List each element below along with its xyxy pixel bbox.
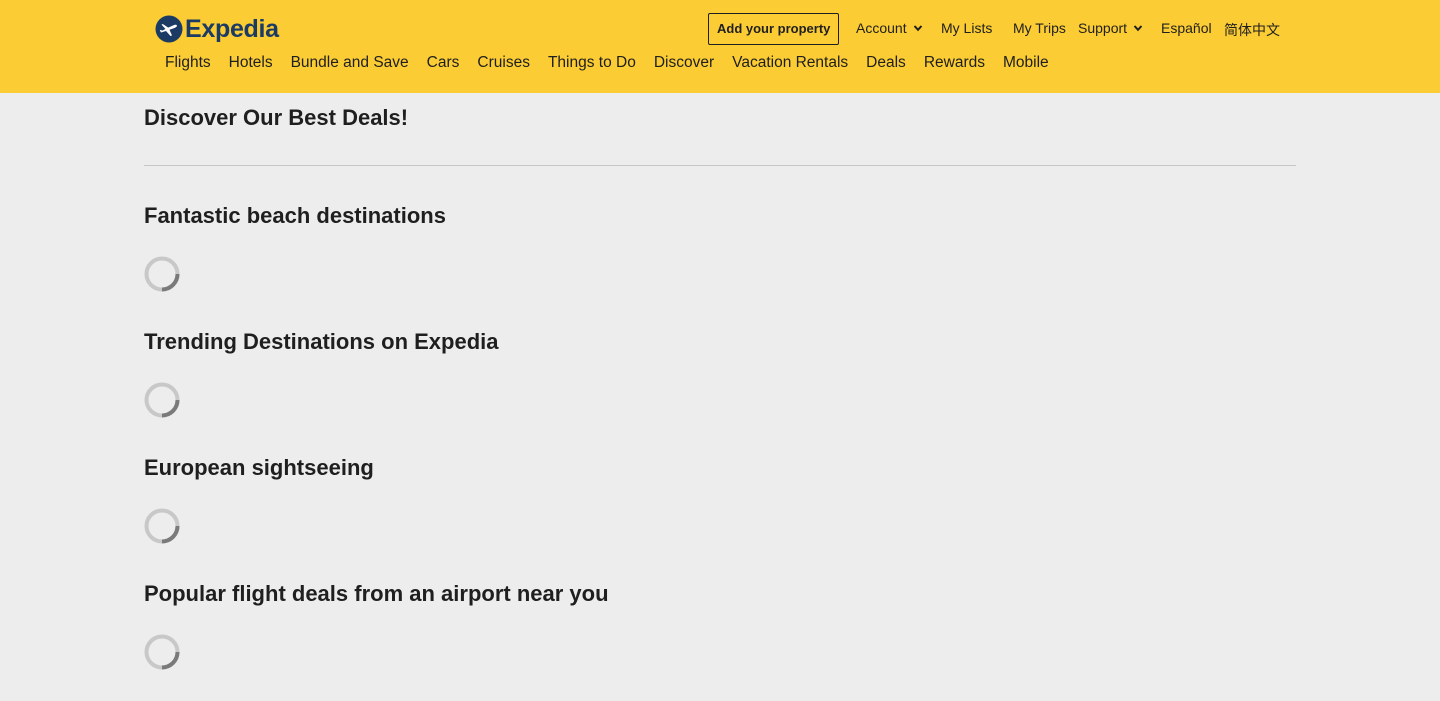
loading-spinner-icon bbox=[144, 256, 180, 292]
nav-item-vacation-rentals[interactable]: Vacation Rentals bbox=[732, 54, 848, 72]
nav-item-flights[interactable]: Flights bbox=[165, 54, 211, 72]
loading-spinner-icon bbox=[144, 508, 180, 544]
nav-item-mobile[interactable]: Mobile bbox=[1003, 54, 1049, 72]
account-menu[interactable]: Account bbox=[856, 20, 923, 36]
language-espanol-label: Español bbox=[1161, 20, 1212, 36]
section-title-flight-deals: Popular flight deals from an airport nea… bbox=[144, 581, 609, 606]
support-label: Support bbox=[1078, 20, 1128, 36]
nav-item-rewards[interactable]: Rewards bbox=[924, 54, 985, 72]
plane-globe-icon bbox=[155, 15, 183, 43]
utility-nav: Add your property bbox=[708, 13, 840, 45]
section-title-european: European sightseeing bbox=[144, 455, 374, 480]
expedia-logo[interactable]: Expedia bbox=[155, 12, 279, 46]
add-your-property-button[interactable]: Add your property bbox=[708, 13, 840, 45]
my-trips-label: My Trips bbox=[1013, 20, 1066, 36]
chevron-down-icon bbox=[913, 23, 923, 33]
logo-wordmark: Expedia bbox=[185, 15, 279, 43]
nav-item-deals[interactable]: Deals bbox=[866, 54, 906, 72]
support-menu[interactable]: Support bbox=[1078, 20, 1143, 36]
language-chinese-link[interactable]: 简体中文 bbox=[1224, 20, 1280, 40]
language-espanol-link[interactable]: Español bbox=[1161, 20, 1212, 36]
nav-item-hotels[interactable]: Hotels bbox=[229, 54, 273, 72]
account-label: Account bbox=[856, 20, 907, 36]
page-title: Discover Our Best Deals! bbox=[144, 105, 409, 130]
main-nav: Flights Hotels Bundle and Save Cars Crui… bbox=[165, 54, 1049, 72]
section-divider bbox=[144, 165, 1296, 166]
chevron-down-icon bbox=[1133, 23, 1143, 33]
site-header: Expedia Add your property Account My Lis… bbox=[0, 0, 1440, 93]
nav-item-discover[interactable]: Discover bbox=[654, 54, 714, 72]
section-title-trending: Trending Destinations on Expedia bbox=[144, 329, 499, 354]
nav-item-cruises[interactable]: Cruises bbox=[477, 54, 530, 72]
loading-spinner-icon bbox=[144, 382, 180, 418]
my-lists-link[interactable]: My Lists bbox=[941, 20, 992, 36]
nav-item-things-to-do[interactable]: Things to Do bbox=[548, 54, 636, 72]
nav-item-bundle-and-save[interactable]: Bundle and Save bbox=[291, 54, 409, 72]
my-trips-link[interactable]: My Trips bbox=[1013, 20, 1066, 36]
nav-item-cars[interactable]: Cars bbox=[427, 54, 460, 72]
loading-spinner-icon bbox=[144, 634, 180, 670]
language-chinese-label: 简体中文 bbox=[1224, 22, 1280, 38]
my-lists-label: My Lists bbox=[941, 20, 993, 36]
section-title-beach: Fantastic beach destinations bbox=[144, 203, 446, 228]
